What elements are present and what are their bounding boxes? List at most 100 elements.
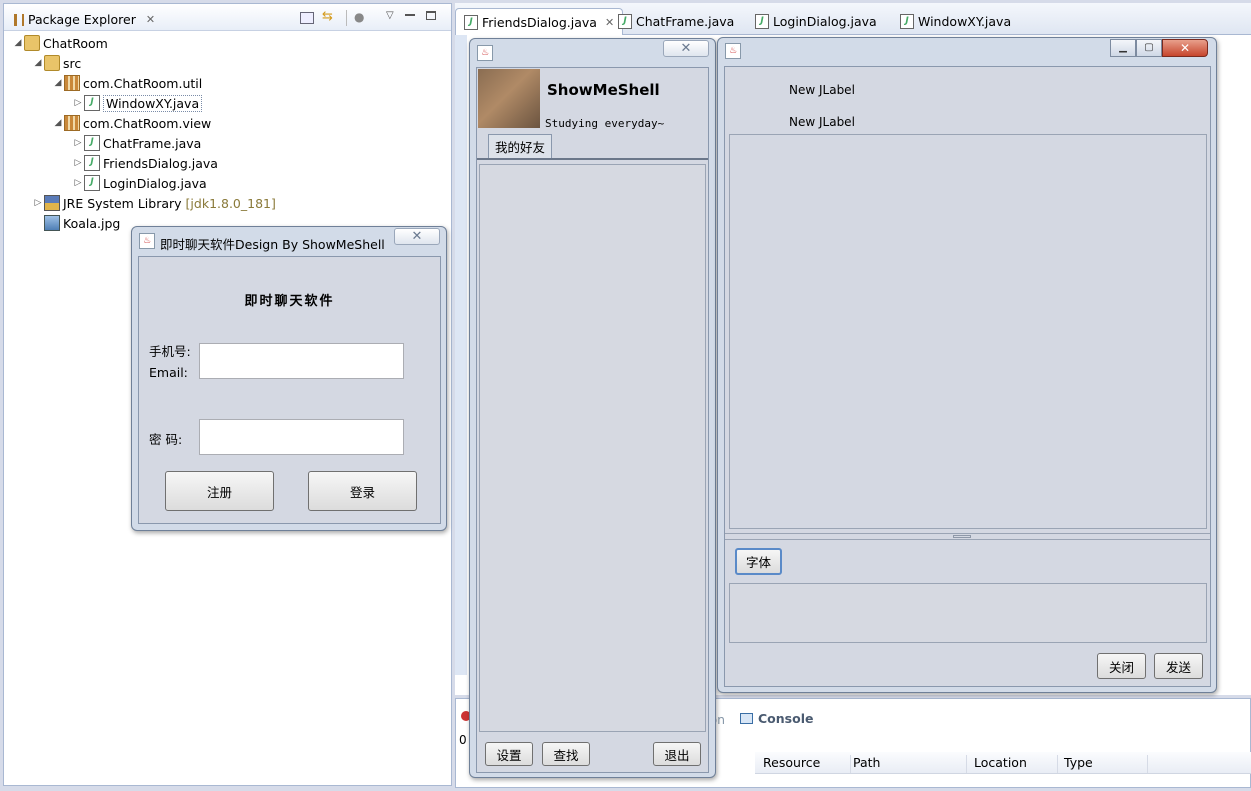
java-file-icon: J bbox=[84, 135, 100, 151]
tab-friendsdialog[interactable]: J FriendsDialog.java ✕ bbox=[455, 8, 624, 35]
project-folder-icon bbox=[24, 35, 40, 51]
tab-chatframe[interactable]: J ChatFrame.java bbox=[610, 8, 742, 35]
minimize-button[interactable]: ▁ bbox=[1110, 39, 1136, 57]
collapse-arrow-icon[interactable]: ▷ bbox=[72, 138, 84, 148]
login-dialog-title: 即时聊天软件Design By ShowMeShell bbox=[160, 237, 385, 252]
send-button[interactable]: 发送 bbox=[1154, 653, 1203, 679]
divider-grip-icon bbox=[953, 535, 971, 538]
tree-item-label: src bbox=[63, 55, 82, 71]
register-button[interactable]: 注册 bbox=[165, 471, 274, 511]
editor-ruler bbox=[455, 35, 467, 675]
java-file-icon: J bbox=[900, 14, 914, 29]
package-icon bbox=[64, 75, 80, 91]
package-explorer-title: Package Explorer bbox=[28, 12, 136, 27]
collapse-arrow-icon[interactable]: ▷ bbox=[32, 198, 44, 208]
tree-item-label: ChatFrame.java bbox=[103, 135, 202, 151]
problems-count: 0 bbox=[459, 733, 467, 747]
login-heading: 即时聊天软件 bbox=[244, 294, 335, 309]
expand-arrow-icon[interactable]: ◢ bbox=[52, 78, 64, 88]
search-button[interactable]: 查找 bbox=[542, 742, 590, 766]
tree-item-label: LoginDialog.java bbox=[103, 175, 207, 191]
image-file-icon bbox=[44, 215, 60, 231]
tree-item-util-package[interactable]: ◢ com.ChatRoom.util bbox=[12, 73, 452, 93]
library-version: [jdk1.8.0_181] bbox=[185, 195, 276, 211]
tree-item-label: ChatRoom bbox=[43, 35, 108, 51]
java-file-icon: J bbox=[84, 155, 100, 171]
collapse-arrow-icon[interactable]: ▷ bbox=[72, 158, 84, 168]
problems-table-header: Resource Path Location Type bbox=[755, 752, 1251, 774]
close-button[interactable]: ✕ bbox=[1162, 39, 1208, 57]
contact-label-1: New JLabel bbox=[789, 83, 855, 97]
close-icon[interactable]: ✕ bbox=[146, 13, 155, 26]
column-header-resource[interactable]: Resource bbox=[755, 755, 851, 773]
java-file-icon: J bbox=[464, 14, 478, 30]
view-menu-icon[interactable]: ▽ bbox=[386, 10, 394, 21]
message-input[interactable] bbox=[729, 583, 1207, 643]
chat-frame: ♨ ▁ ▢ ✕ New JLabel New JLabel 字体 关闭 发送 bbox=[717, 37, 1217, 693]
account-input[interactable] bbox=[199, 343, 404, 379]
tab-logindialog[interactable]: J LoginDialog.java bbox=[747, 8, 885, 35]
split-divider[interactable] bbox=[725, 533, 1210, 540]
signature: Studying everyday~ bbox=[545, 117, 665, 130]
filter-icon[interactable]: ● bbox=[354, 11, 368, 24]
tab-console[interactable]: Console bbox=[740, 711, 813, 726]
tab-divider bbox=[477, 158, 708, 160]
editor-tab-bar: J FriendsDialog.java ✕ J ChatFrame.java … bbox=[455, 3, 1251, 35]
avatar[interactable] bbox=[478, 69, 540, 128]
expand-arrow-icon[interactable]: ◢ bbox=[52, 118, 64, 128]
library-icon bbox=[44, 195, 60, 211]
package-icon bbox=[64, 115, 80, 131]
java-app-icon: ♨ bbox=[725, 43, 741, 59]
tree-item-friendsdialog[interactable]: ▷ J FriendsDialog.java bbox=[12, 153, 452, 173]
expand-arrow-icon[interactable]: ◢ bbox=[12, 38, 24, 48]
tree-item-logindialog[interactable]: ▷ J LoginDialog.java bbox=[12, 173, 452, 193]
tab-label: LoginDialog.java bbox=[773, 14, 877, 29]
tree-item-jre-library[interactable]: ▷ JRE System Library [jdk1.8.0_181] bbox=[12, 193, 452, 213]
font-button[interactable]: 字体 bbox=[735, 548, 782, 575]
close-button[interactable]: ✕ bbox=[663, 40, 709, 57]
minimize-icon[interactable] bbox=[405, 14, 415, 16]
java-file-icon: J bbox=[755, 14, 769, 29]
close-chat-button[interactable]: 关闭 bbox=[1097, 653, 1146, 679]
collapse-arrow-icon[interactable]: ▷ bbox=[72, 98, 84, 108]
login-button[interactable]: 登录 bbox=[308, 471, 417, 511]
expand-arrow-icon[interactable]: ◢ bbox=[32, 58, 44, 68]
project-tree: ◢ ChatRoom ◢ src ◢ com.ChatRoom.util ▷ J… bbox=[12, 33, 452, 233]
link-with-editor-icon[interactable]: ⇆ bbox=[322, 10, 336, 24]
maximize-icon[interactable] bbox=[426, 11, 436, 20]
java-app-icon: ♨ bbox=[477, 45, 493, 61]
tree-item-view-package[interactable]: ◢ com.ChatRoom.view bbox=[12, 113, 452, 133]
friends-dialog-content: ShowMeShell Studying everyday~ 我的好友 设置 查… bbox=[476, 67, 709, 773]
username: ShowMeShell bbox=[547, 81, 660, 99]
chat-frame-content: New JLabel New JLabel 字体 关闭 发送 bbox=[724, 66, 1211, 687]
tree-item-chatroom[interactable]: ◢ ChatRoom bbox=[12, 33, 452, 53]
column-header-path[interactable]: Path bbox=[845, 755, 967, 773]
email-label: Email: bbox=[149, 365, 188, 380]
tree-item-src[interactable]: ◢ src bbox=[12, 53, 452, 73]
message-history-area[interactable] bbox=[729, 134, 1207, 529]
exit-button[interactable]: 退出 bbox=[653, 742, 701, 766]
close-button[interactable]: ✕ bbox=[394, 228, 440, 245]
java-file-icon: J bbox=[618, 14, 632, 29]
tree-item-chatframe[interactable]: ▷ J ChatFrame.java bbox=[12, 133, 452, 153]
tab-my-friends[interactable]: 我的好友 bbox=[488, 134, 552, 158]
console-label: Console bbox=[758, 711, 814, 726]
maximize-button[interactable]: ▢ bbox=[1136, 39, 1162, 57]
contact-label-2: New JLabel bbox=[789, 115, 855, 129]
column-header-type[interactable]: Type bbox=[1056, 755, 1148, 773]
password-input[interactable] bbox=[199, 419, 404, 455]
package-explorer-icon bbox=[14, 13, 24, 26]
tab-package-explorer[interactable]: Package Explorer ✕ bbox=[8, 7, 161, 29]
tree-item-label: FriendsDialog.java bbox=[103, 155, 218, 171]
tree-item-windowxy[interactable]: ▷ J WindowXY.java bbox=[12, 93, 452, 113]
password-label: 密 码: bbox=[149, 432, 183, 447]
collapse-all-icon[interactable] bbox=[300, 12, 314, 24]
column-header-location[interactable]: Location bbox=[966, 755, 1058, 773]
tab-windowxy[interactable]: J WindowXY.java bbox=[892, 8, 1019, 35]
login-dialog: ♨ 即时聊天软件Design By ShowMeShell ✕ 即时聊天软件 手… bbox=[131, 226, 447, 531]
collapse-arrow-icon[interactable]: ▷ bbox=[72, 178, 84, 188]
package-explorer-header: Package Explorer ✕ ⇆ ● ▽ bbox=[4, 4, 451, 31]
phone-label: 手机号: bbox=[149, 344, 191, 359]
settings-button[interactable]: 设置 bbox=[485, 742, 533, 766]
friends-list[interactable] bbox=[479, 164, 706, 732]
